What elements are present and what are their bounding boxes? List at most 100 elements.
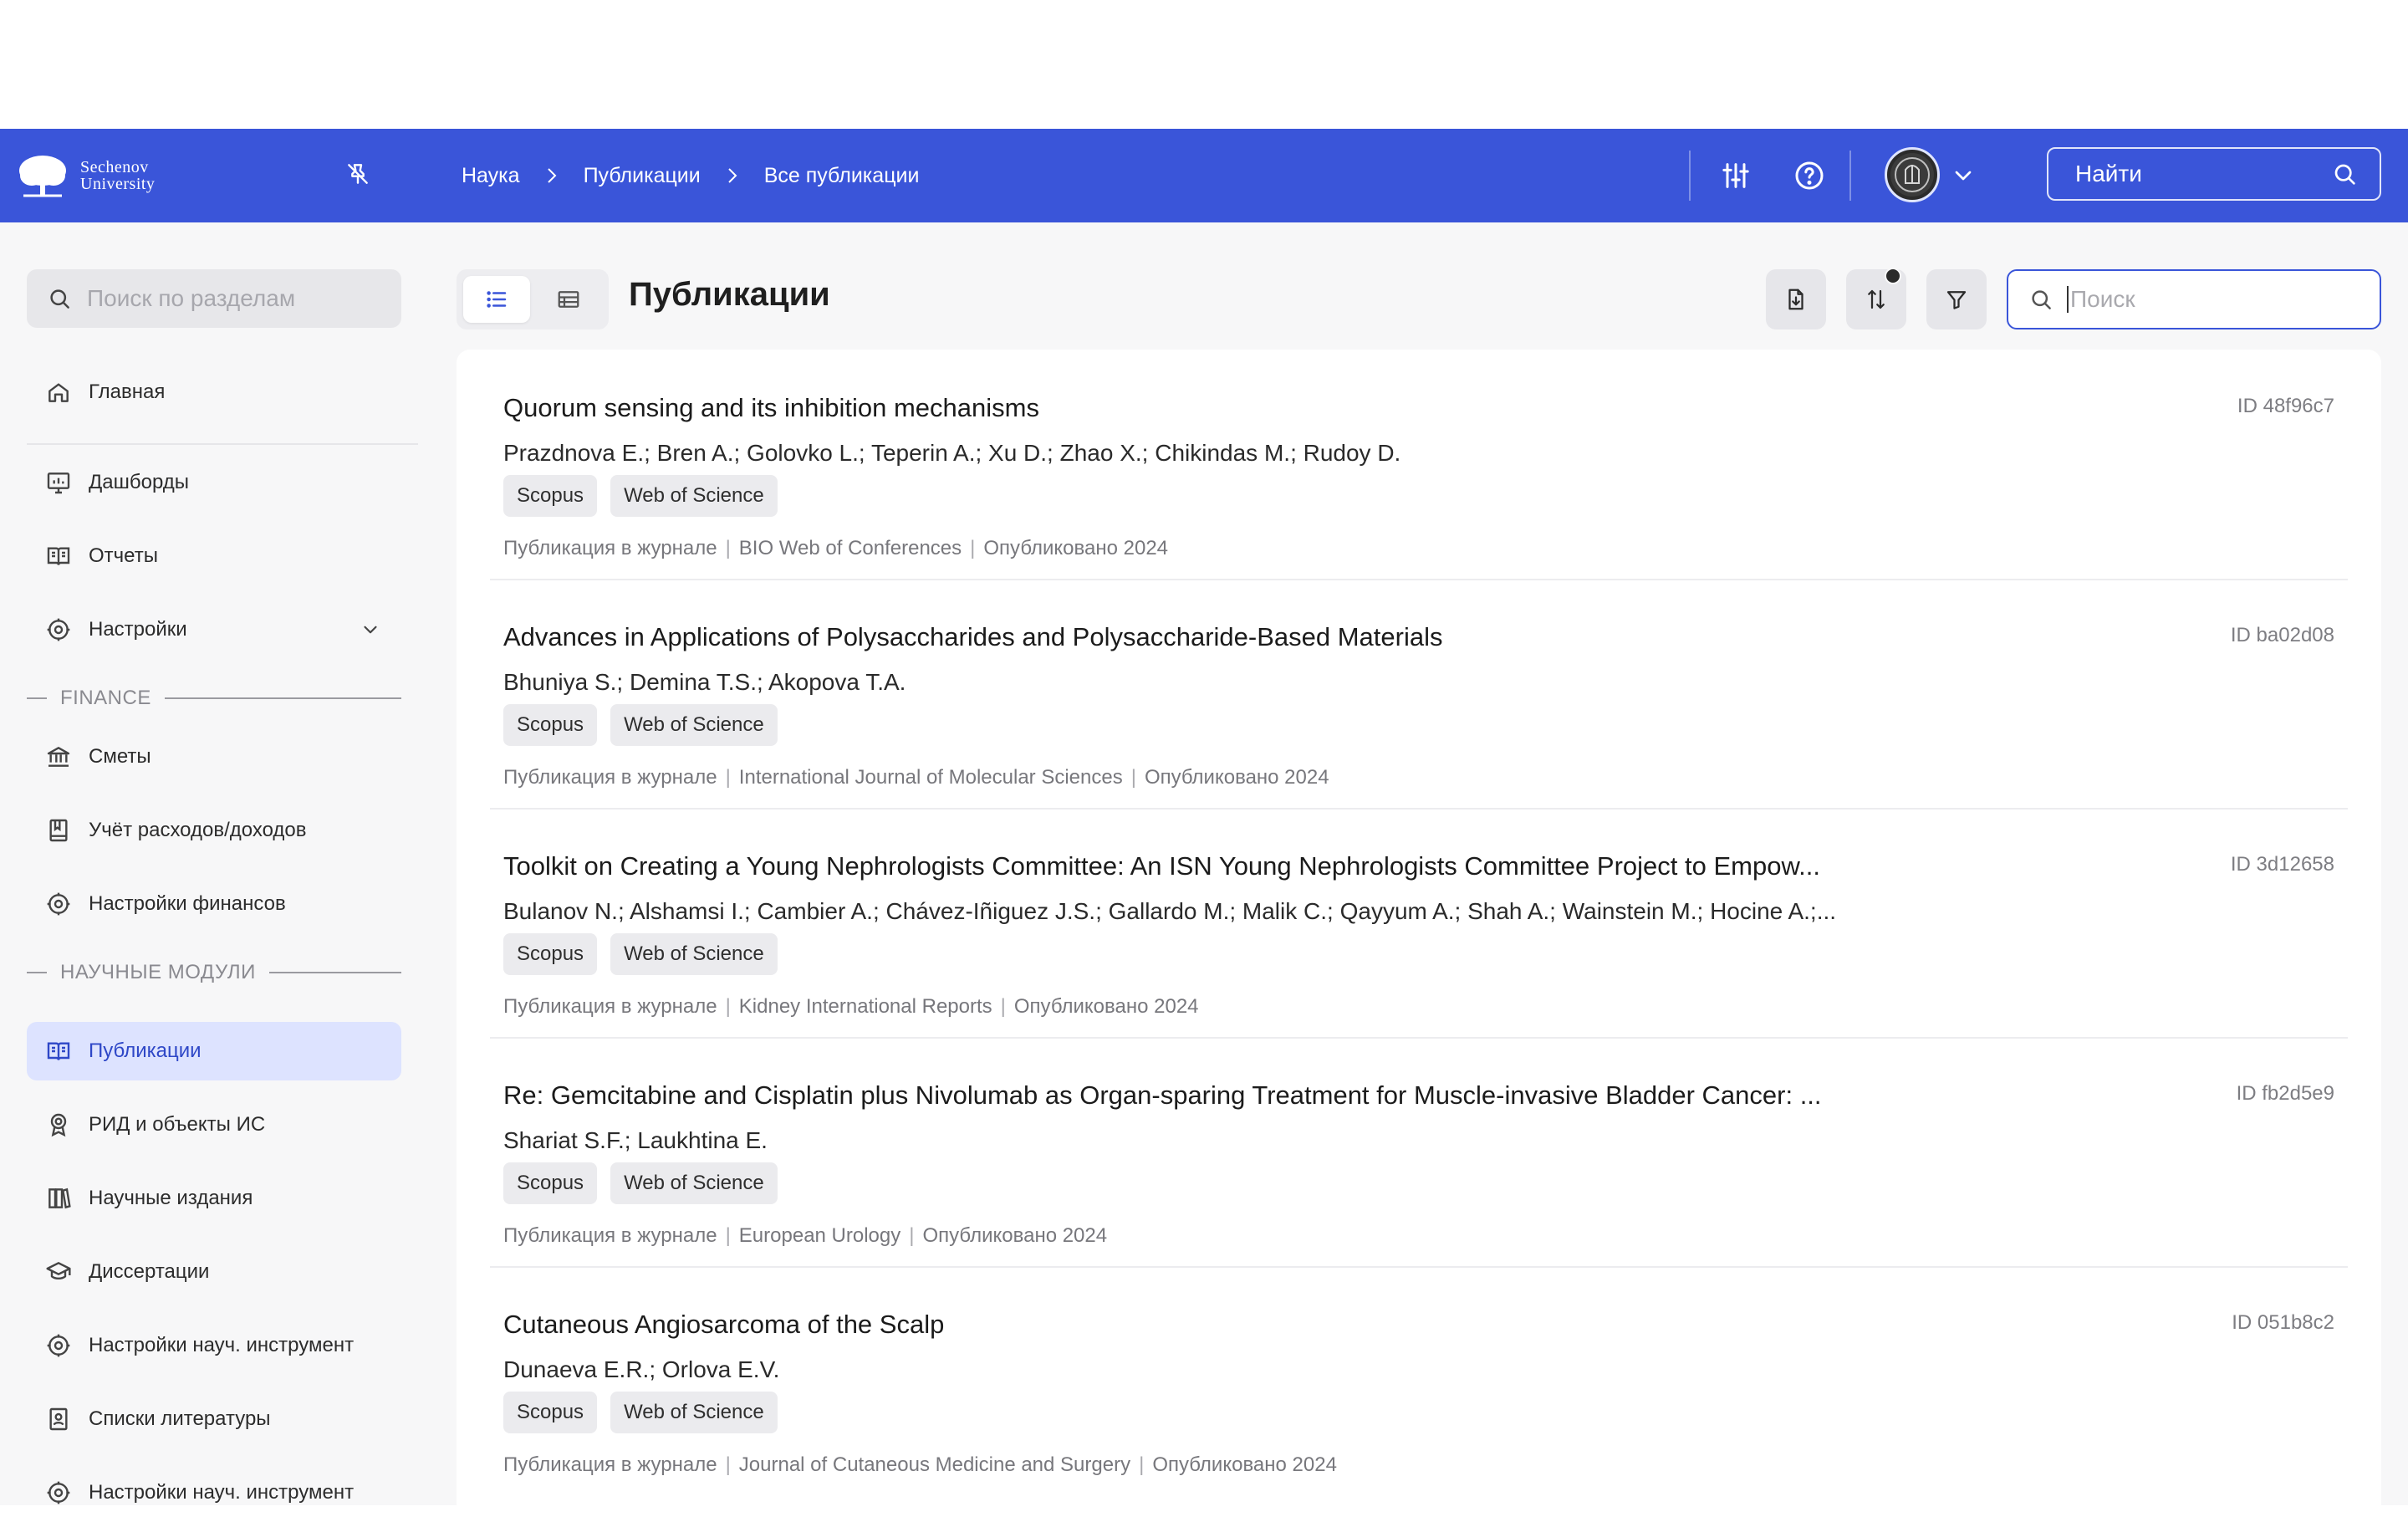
publication-year: Опубликовано 2024 — [983, 537, 1169, 559]
contacts-book-icon — [49, 1407, 68, 1431]
help-icon[interactable] — [1793, 159, 1826, 192]
dashboard-icon — [47, 472, 70, 494]
publication-card[interactable]: Re: Gemcitabine and Cisplatin plus Nivol… — [490, 1037, 2348, 1268]
sidebar-search-placeholder: Поиск по разделам — [87, 285, 296, 311]
sidebar-item-label: Главная — [89, 380, 166, 403]
sidebar-item-label: Списки литературы — [89, 1407, 271, 1430]
sidebar-item-ip-objects[interactable]: РИД и объекты ИС — [27, 1096, 401, 1154]
publication-title[interactable]: Cutaneous Angiosarcoma of the Scalp — [503, 1310, 944, 1340]
publication-card[interactable]: Toolkit on Creating a Young Nephrologist… — [490, 808, 2348, 1039]
tag-scopus: Scopus — [503, 1392, 598, 1433]
tag-scopus: Scopus — [503, 704, 598, 746]
sidebar: Поиск по разделам Главная Дашборды Отчет… — [0, 222, 435, 1505]
graduation-cap-icon — [46, 1262, 71, 1280]
sidebar-divider — [27, 443, 418, 445]
sidebar-item-label: РИД и объекты ИС — [89, 1113, 266, 1136]
list-view-button[interactable] — [463, 276, 530, 323]
sidebar-item-finance-settings[interactable]: Настройки финансов — [27, 875, 401, 933]
publication-card[interactable]: Advances in Applications of Polysacchari… — [490, 579, 2348, 810]
publication-title[interactable]: Advances in Applications of Polysacchari… — [503, 622, 1443, 652]
sidebar-item-publications[interactable]: Публикации — [27, 1022, 401, 1080]
book-icon — [47, 547, 70, 565]
section-science-modules: НАУЧНЫЕ МОДУЛИ — [27, 960, 401, 985]
logo-text: Sechenov University — [80, 159, 155, 192]
gear-icon — [47, 1334, 70, 1357]
publication-title[interactable]: Quorum sensing and its inhibition mechan… — [503, 393, 1039, 423]
unpin-icon[interactable] — [344, 161, 371, 187]
publication-meta: Публикация в журнале | BIO Web of Conferen… — [503, 537, 1169, 559]
publication-title[interactable]: Toolkit on Creating a Young Nephrologist… — [503, 851, 1820, 881]
sidebar-item-estimates[interactable]: Сметы — [27, 728, 401, 786]
gear-icon — [47, 618, 70, 641]
publication-year: Опубликовано 2024 — [1144, 766, 1329, 789]
sechenov-logo[interactable]: Sechenov University — [17, 151, 155, 201]
section-title: НАУЧНЫЕ МОДУЛИ — [60, 961, 256, 983]
publication-id: ID fb2d5e9 — [2236, 1082, 2334, 1105]
breadcrumb: Наука Публикации Все публикации — [462, 129, 919, 222]
breadcrumb-science[interactable]: Наука — [462, 164, 520, 188]
publication-type: Публикация в журнале — [503, 995, 717, 1018]
sidebar-item-settings[interactable]: Настройки — [27, 600, 401, 659]
chevron-right-icon — [547, 168, 556, 183]
header-divider — [1849, 151, 1851, 201]
publication-tags: Scopus Web of Science — [503, 933, 791, 975]
top-header: Sechenov University Наука Публикации Все… — [0, 129, 2408, 222]
publication-source: Journal of Cutaneous Medicine and Surger… — [738, 1453, 1131, 1476]
sidebar-item-label: Диссертации — [89, 1260, 210, 1283]
sliders-icon[interactable] — [1719, 159, 1752, 192]
tag-web-of-science: Web of Science — [610, 704, 778, 746]
publication-title[interactable]: Re: Gemcitabine and Cisplatin plus Nivol… — [503, 1080, 1822, 1111]
sidebar-item-scientific-publications[interactable]: Научные издания — [27, 1169, 401, 1228]
sidebar-item-label: Настройки финансов — [89, 892, 286, 915]
user-avatar[interactable] — [1885, 147, 1940, 202]
sidebar-item-home[interactable]: Главная — [27, 363, 401, 421]
sidebar-search-input[interactable]: Поиск по разделам — [27, 269, 401, 328]
breadcrumb-publications[interactable]: Публикации — [584, 164, 701, 188]
export-button[interactable] — [1766, 269, 1826, 329]
tree-logo-icon — [19, 156, 66, 197]
books-icon — [48, 1187, 71, 1209]
sort-arrows-icon — [1868, 289, 1885, 309]
view-toggle — [457, 269, 609, 329]
sidebar-item-label: Отчеты — [89, 544, 158, 567]
publication-authors: Dunaeva E.R.; Orlova E.V. — [503, 1356, 780, 1382]
search-icon — [50, 289, 69, 309]
search-placeholder: Поиск — [2070, 286, 2135, 312]
publication-meta: Публикация в журнале | International Journ… — [503, 766, 1329, 789]
sidebar-item-science-tool-settings[interactable]: Настройки науч. инструмент — [27, 1316, 401, 1375]
sidebar-item-dissertations[interactable]: Диссертации — [27, 1243, 401, 1301]
logo-text-line-1: Sechenov — [80, 158, 149, 176]
sidebar-item-reference-lists[interactable]: Списки литературы — [27, 1390, 401, 1448]
sidebar-item-label: Научные издания — [89, 1187, 253, 1209]
table-icon — [558, 291, 579, 308]
publication-tags: Scopus Web of Science — [503, 1162, 791, 1204]
publication-authors: Bulanov N.; Alshamsi I.; Cambier A.; Chá… — [503, 898, 1837, 924]
filter-button[interactable] — [1926, 269, 1987, 329]
publication-id: ID 48f96c7 — [2237, 395, 2334, 417]
sort-active-indicator — [1885, 268, 1901, 284]
table-view-button[interactable] — [535, 276, 602, 323]
publication-type: Публикация в журнале — [503, 766, 717, 789]
sidebar-item-dashboards[interactable]: Дашборды — [27, 453, 401, 512]
sidebar-item-accounting[interactable]: Учёт расходов/доходов — [27, 801, 401, 860]
gear-icon — [47, 1481, 70, 1504]
publications-search-input[interactable]: Поиск — [2007, 269, 2381, 329]
publication-card[interactable]: Quorum sensing and its inhibition mechan… — [490, 350, 2348, 580]
tag-web-of-science: Web of Science — [610, 475, 778, 517]
header-search-button[interactable]: Найти — [2047, 147, 2381, 201]
sidebar-item-label: Настройки науч. инструмент — [89, 1334, 355, 1356]
section-title: FINANCE — [60, 687, 151, 709]
tag-scopus: Scopus — [503, 933, 598, 975]
publication-card[interactable]: Cutaneous Angiosarcoma of the Scalp ID 0… — [490, 1266, 2348, 1495]
chevron-down-icon[interactable] — [1950, 162, 1977, 189]
sort-button[interactable] — [1846, 268, 1906, 329]
sidebar-item-science-tool-settings-2[interactable]: Настройки науч. инструмент — [27, 1463, 401, 1522]
sidebar-item-reports[interactable]: Отчеты — [27, 527, 401, 585]
section-finance: FINANCE — [27, 686, 401, 711]
award-icon — [50, 1113, 67, 1137]
tag-scopus: Scopus — [503, 475, 598, 517]
chevron-down-icon[interactable] — [360, 619, 381, 641]
tag-scopus: Scopus — [503, 1162, 598, 1204]
publication-year: Опубликовано 2024 — [1013, 995, 1199, 1018]
publication-year: Опубликовано 2024 — [922, 1224, 1108, 1247]
